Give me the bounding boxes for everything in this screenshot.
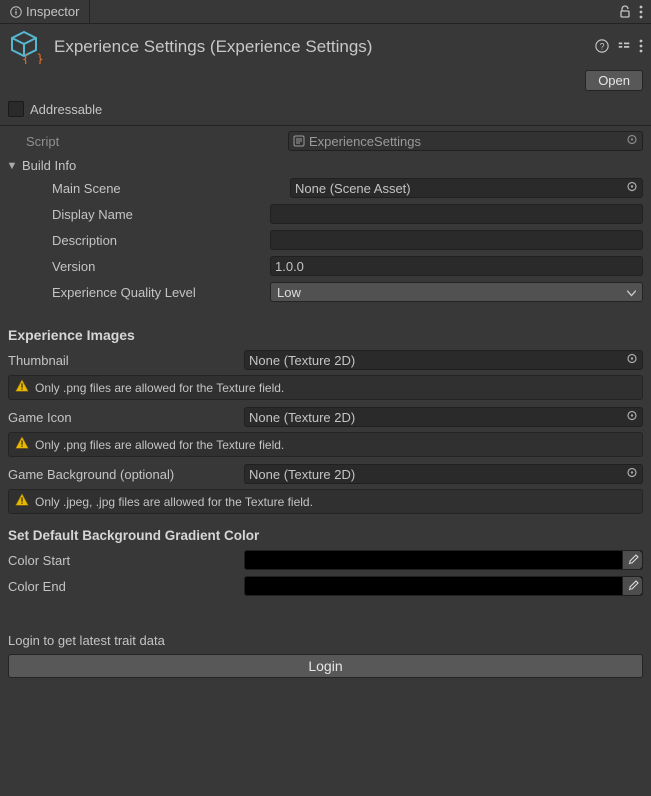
display-name-input[interactable] [270,204,643,224]
game-background-field[interactable]: None (Texture 2D) [244,464,643,484]
thumbnail-field[interactable]: None (Texture 2D) [244,350,643,370]
eyedropper-icon[interactable] [622,577,642,595]
main-scene-field[interactable]: None (Scene Asset) [290,178,643,198]
game-icon-label: Game Icon [8,410,244,425]
info-icon [10,6,22,18]
experience-images-title: Experience Images [8,327,643,343]
warning-icon [15,436,29,453]
main-scene-value: None (Scene Asset) [295,181,411,196]
object-picker-icon[interactable] [626,467,638,482]
color-start-label: Color Start [8,553,244,568]
gradient-title: Set Default Background Gradient Color [8,528,643,543]
object-picker-icon[interactable] [626,410,638,425]
script-icon [293,135,305,147]
addressable-checkbox[interactable] [8,101,24,117]
asset-header: { } Experience Settings (Experience Sett… [0,24,651,70]
help-icon[interactable]: ? [595,39,609,56]
kebab-menu-icon[interactable] [639,5,643,19]
presets-icon[interactable] [617,39,631,56]
login-message: Login to get latest trait data [8,633,643,648]
quality-level-label: Experience Quality Level [52,285,270,300]
inspector-tab[interactable]: Inspector [0,0,90,23]
script-field: ExperienceSettings [288,131,643,151]
tab-label: Inspector [26,4,79,19]
game-icon-field[interactable]: None (Texture 2D) [244,407,643,427]
thumbnail-warning: Only .png files are allowed for the Text… [8,375,643,400]
warning-icon [15,493,29,510]
object-picker-icon[interactable] [626,353,638,368]
description-input[interactable] [270,230,643,250]
script-value: ExperienceSettings [309,134,421,149]
login-button[interactable]: Login [8,654,643,678]
object-picker-icon[interactable] [626,181,638,196]
foldout-arrow-icon: ▼ [6,160,18,172]
quality-level-dropdown[interactable]: Low [270,282,643,302]
asset-title: Experience Settings (Experience Settings… [54,37,585,57]
chevron-down-icon [627,285,636,300]
kebab-menu-icon[interactable] [639,39,643,56]
display-name-label: Display Name [52,207,270,222]
build-info-label: Build Info [22,158,76,173]
color-end-field[interactable] [244,576,643,596]
script-label: Script [26,134,288,149]
lock-icon[interactable] [619,5,631,19]
window-tab-bar: Inspector [0,0,651,24]
object-picker-icon [626,134,638,149]
description-label: Description [52,233,270,248]
version-input[interactable]: 1.0.0 [270,256,643,276]
color-start-field[interactable] [244,550,643,570]
svg-text:?: ? [600,41,605,51]
game-background-warning: Only .jpeg, .jpg files are allowed for t… [8,489,643,514]
scriptable-object-icon: { } [8,30,44,64]
warning-icon [15,379,29,396]
svg-text:{ }: { } [22,52,44,64]
open-button[interactable]: Open [585,70,643,91]
build-info-foldout[interactable]: ▼ Build Info [6,158,643,173]
main-scene-label: Main Scene [52,181,290,196]
addressable-label: Addressable [30,102,102,117]
version-label: Version [52,259,270,274]
game-icon-warning: Only .png files are allowed for the Text… [8,432,643,457]
color-end-label: Color End [8,579,244,594]
eyedropper-icon[interactable] [622,551,642,569]
thumbnail-label: Thumbnail [8,353,244,368]
game-background-label: Game Background (optional) [8,467,244,482]
